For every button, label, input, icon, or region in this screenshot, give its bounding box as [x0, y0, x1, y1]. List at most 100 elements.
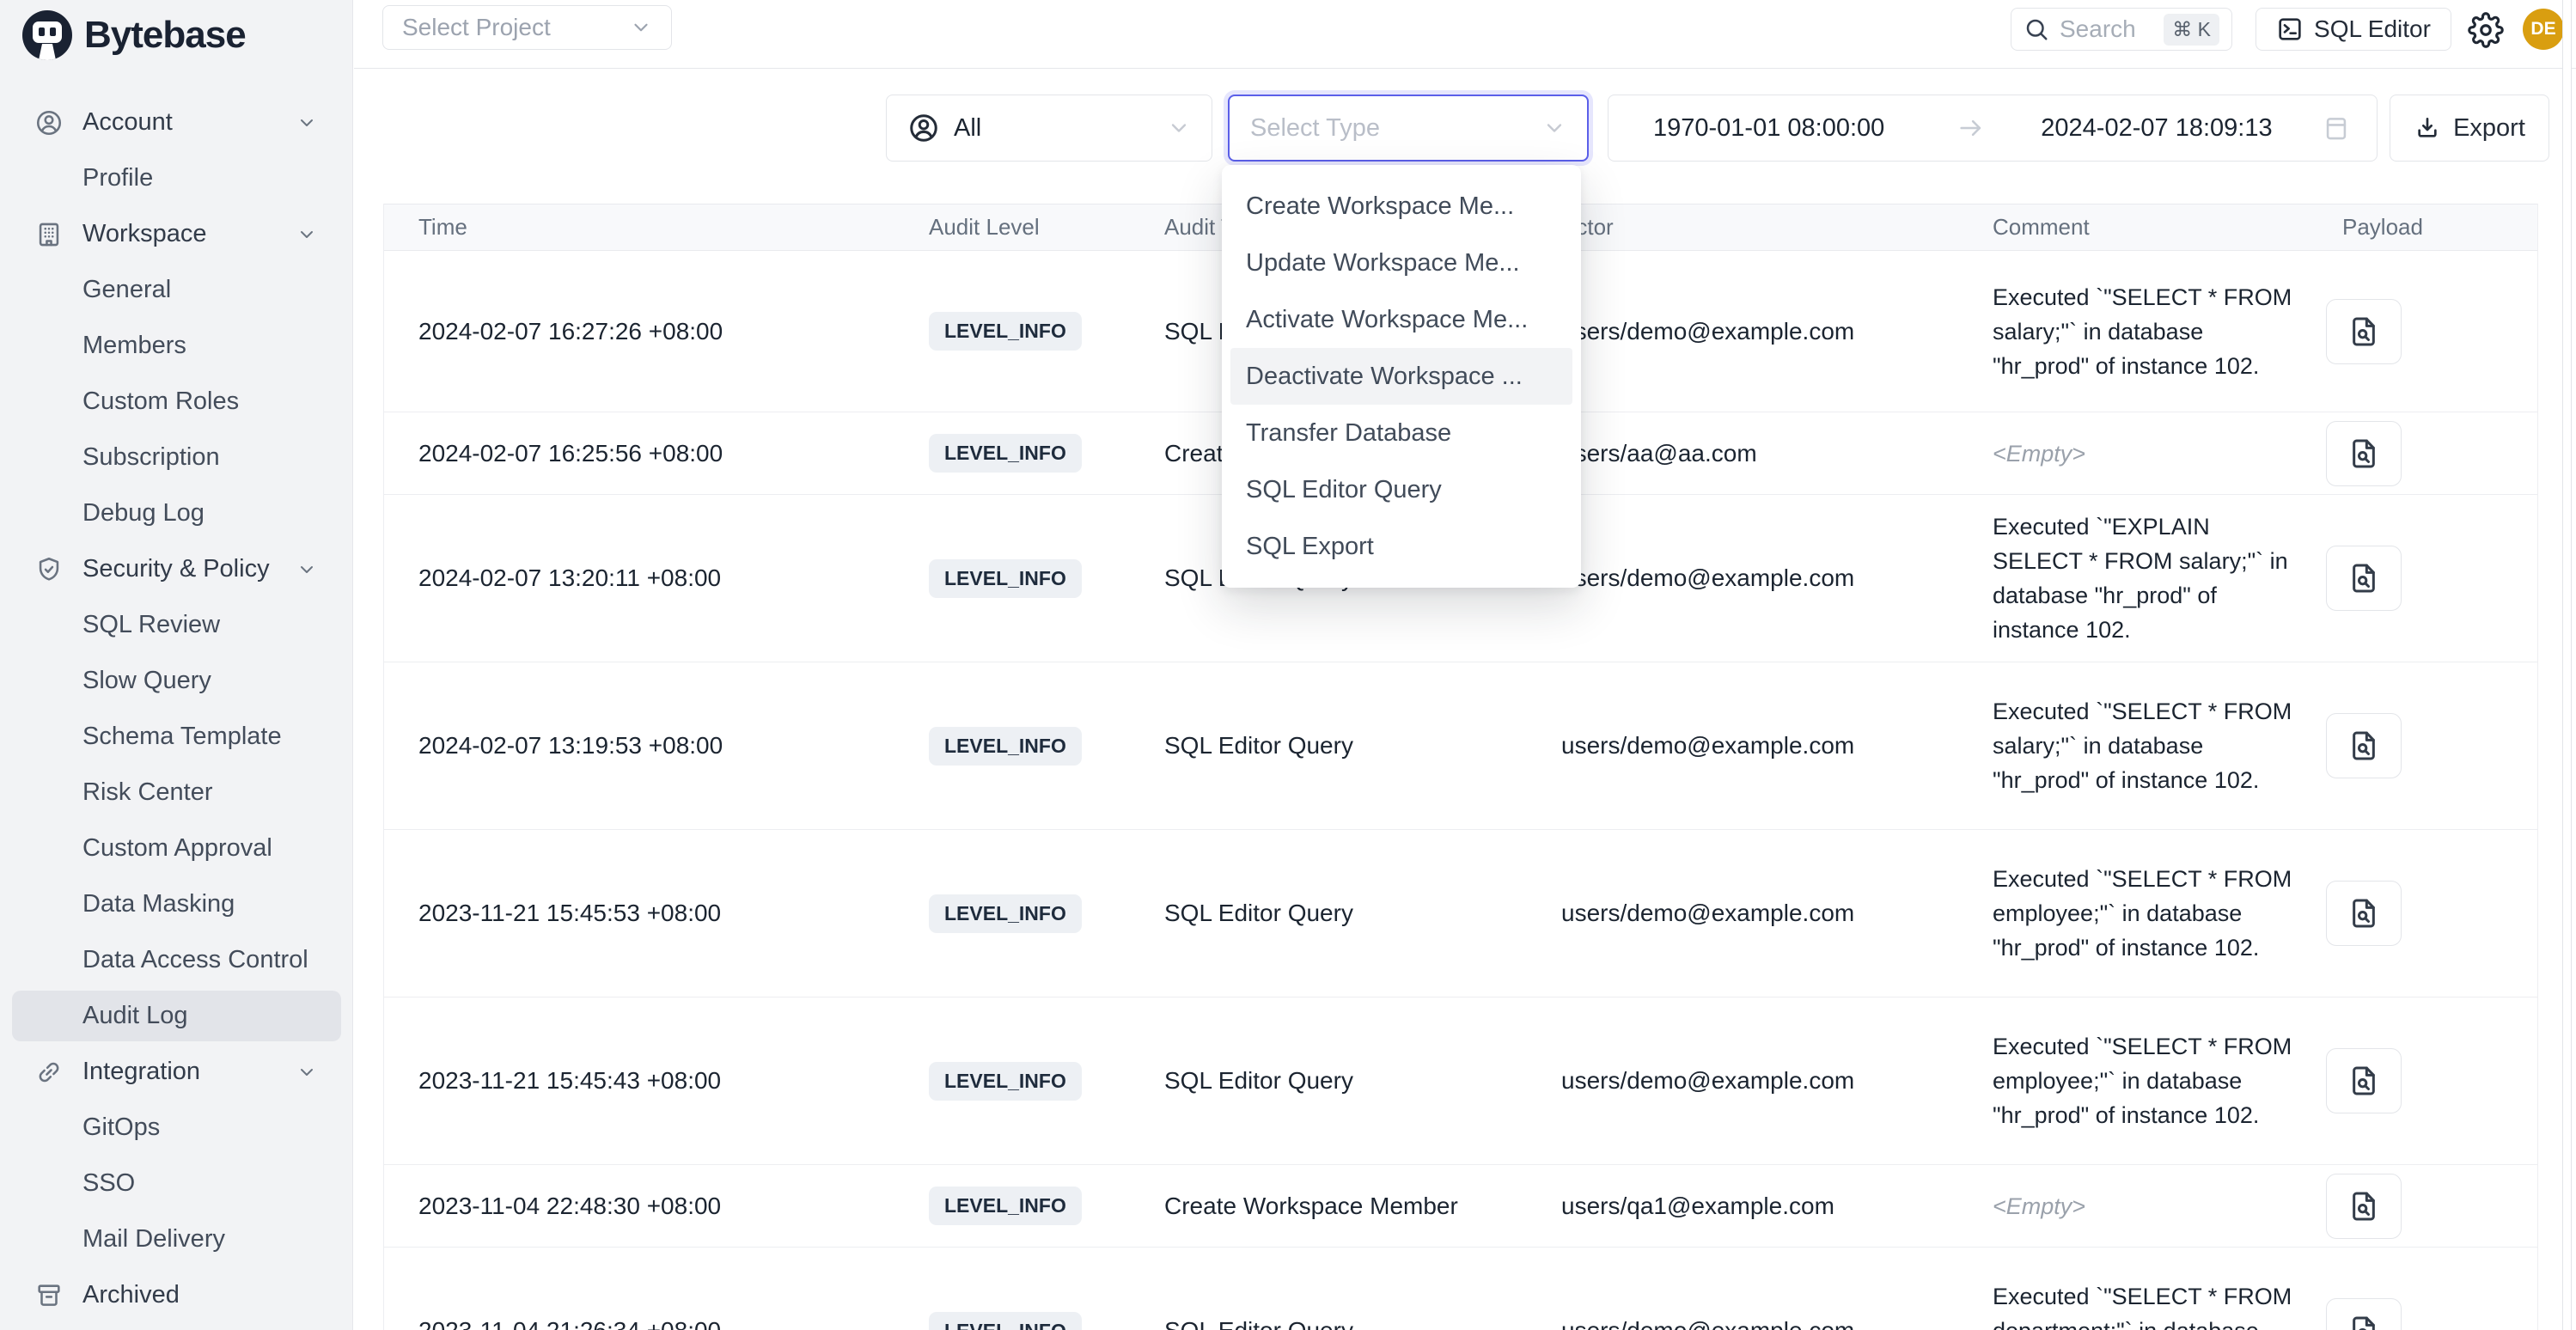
sidebar-item-integration[interactable]: Integration	[0, 1044, 353, 1100]
link-icon	[34, 1058, 64, 1087]
user-circle-icon	[34, 108, 64, 137]
terminal-icon	[2276, 15, 2304, 43]
column-header-actor: Actor	[1547, 214, 1969, 241]
file-search-icon	[2347, 1189, 2381, 1223]
chevron-down-icon	[630, 16, 652, 39]
sidebar-item-workspace[interactable]: Workspace	[0, 206, 353, 262]
arrow-right-icon	[1956, 113, 1986, 143]
column-header-payload: Payload	[2295, 214, 2539, 241]
building-icon	[34, 220, 64, 249]
sidebar-item-custom-approval[interactable]: Custom Approval	[0, 821, 353, 876]
payload-view-button[interactable]	[2326, 1048, 2402, 1113]
comment-text: <Empty>	[1993, 1189, 2295, 1223]
menu-item-sql-export[interactable]: SQL Export	[1222, 518, 1581, 575]
sidebar-item-mail-delivery[interactable]: Mail Delivery	[0, 1211, 353, 1267]
chevron-down-icon	[1542, 116, 1566, 140]
actor-filter-value: All	[954, 114, 981, 143]
vertical-scrollbar[interactable]	[2562, 0, 2572, 1330]
table-row: 2023-11-04 21:26:34 +08:00 LEVEL_INFO SQ…	[384, 1248, 2537, 1330]
gear-icon[interactable]	[2468, 12, 2504, 48]
menu-item-activate-workspace-member[interactable]: Activate Workspace Me...	[1222, 291, 1581, 348]
sidebar-item-profile[interactable]: Profile	[0, 150, 353, 206]
sidebar-item-data-access-control[interactable]: Data Access Control	[0, 932, 353, 988]
date-from-value: 1970-01-01 08:00:00	[1653, 114, 1884, 143]
sidebar-item-general[interactable]: General	[0, 262, 353, 318]
file-search-icon	[2347, 436, 2381, 471]
file-search-icon	[2347, 1064, 2381, 1098]
column-header-time: Time	[384, 214, 894, 241]
comment-text: Executed `"EXPLAIN SELECT * FROM salary;…	[1993, 509, 2295, 647]
chevron-down-icon	[296, 559, 317, 580]
sidebar-item-account[interactable]: Account	[0, 95, 353, 150]
sidebar-item-security-policy[interactable]: Security & Policy	[0, 541, 353, 597]
download-icon	[2414, 114, 2441, 142]
topbar	[354, 0, 2576, 69]
comment-text: Executed `"SELECT * FROM employee;"` in …	[1993, 862, 2295, 965]
payload-view-button[interactable]	[2326, 421, 2402, 486]
archive-icon	[34, 1281, 64, 1310]
calendar-icon	[2322, 113, 2351, 143]
audit-level-badge: LEVEL_INFO	[929, 894, 1082, 933]
sidebar-item-schema-template[interactable]: Schema Template	[0, 709, 353, 765]
audit-level-badge: LEVEL_INFO	[929, 434, 1082, 473]
sidebar-item-custom-roles[interactable]: Custom Roles	[0, 374, 353, 430]
table-row: 2023-11-04 22:48:30 +08:00 LEVEL_INFO Cr…	[384, 1165, 2537, 1248]
table-row: 2023-11-21 15:45:43 +08:00 LEVEL_INFO SQ…	[384, 998, 2537, 1165]
actor-filter-select[interactable]: All	[886, 95, 1212, 162]
audit-level-badge: LEVEL_INFO	[929, 1312, 1082, 1330]
sidebar-item-debug-log[interactable]: Debug Log	[0, 485, 353, 541]
column-header-audit-level: Audit Level	[894, 214, 1126, 241]
type-filter-placeholder: Select Type	[1250, 114, 1380, 143]
sidebar-item-subscription[interactable]: Subscription	[0, 430, 353, 485]
sidebar-nav: Account Profile Workspace General Member…	[0, 95, 353, 1323]
chevron-down-icon	[296, 224, 317, 245]
comment-text: Executed `"SELECT * FROM department;"` i…	[1993, 1279, 2295, 1330]
chevron-down-icon	[296, 113, 317, 133]
comment-text: Executed `"SELECT * FROM salary;"` in da…	[1993, 280, 2295, 383]
sql-editor-button[interactable]: SQL Editor	[2256, 8, 2451, 51]
type-filter-select[interactable]: Select Type	[1228, 95, 1589, 162]
sidebar-item-data-masking[interactable]: Data Masking	[0, 876, 353, 932]
bytebase-logo[interactable]: Bytebase	[22, 9, 246, 62]
shield-check-icon	[34, 555, 64, 584]
sidebar-item-sso[interactable]: SSO	[0, 1156, 353, 1211]
audit-level-badge: LEVEL_INFO	[929, 1062, 1082, 1101]
sidebar-item-members[interactable]: Members	[0, 318, 353, 374]
sidebar-item-audit-log[interactable]: Audit Log	[0, 988, 353, 1044]
file-search-icon	[2347, 1314, 2381, 1330]
sidebar-item-archived[interactable]: Archived	[0, 1267, 353, 1323]
menu-item-sql-editor-query[interactable]: SQL Editor Query	[1222, 461, 1581, 518]
user-avatar[interactable]: DE	[2523, 9, 2564, 50]
sidebar-item-sql-review[interactable]: SQL Review	[0, 597, 353, 653]
menu-item-transfer-database[interactable]: Transfer Database	[1222, 405, 1581, 461]
column-header-comment: Comment	[1969, 214, 2295, 241]
comment-text: <Empty>	[1993, 436, 2295, 471]
file-search-icon	[2347, 896, 2381, 930]
menu-item-create-workspace-member[interactable]: Create Workspace Me...	[1222, 178, 1581, 235]
comment-text: Executed `"SELECT * FROM employee;"` in …	[1993, 1029, 2295, 1132]
sidebar-item-slow-query[interactable]: Slow Query	[0, 653, 353, 709]
payload-view-button[interactable]	[2326, 881, 2402, 946]
project-select[interactable]: Select Project	[382, 5, 672, 50]
file-search-icon	[2347, 561, 2381, 595]
logo-wordmark: Bytebase	[84, 14, 246, 57]
date-range-picker[interactable]: 1970-01-01 08:00:00 2024-02-07 18:09:13	[1608, 95, 2378, 162]
type-filter-dropdown-menu: Create Workspace Me... Update Workspace …	[1222, 165, 1581, 588]
sidebar: Bytebase Account Profile Workspace Gener…	[0, 0, 353, 1330]
sidebar-item-gitops[interactable]: GitOps	[0, 1100, 353, 1156]
export-button[interactable]: Export	[2390, 95, 2549, 162]
menu-item-update-workspace-member[interactable]: Update Workspace Me...	[1222, 235, 1581, 291]
user-circle-icon	[907, 112, 940, 144]
payload-view-button[interactable]	[2326, 299, 2402, 364]
search-icon	[2024, 16, 2049, 42]
search-input[interactable]: Search ⌘ K	[2011, 8, 2232, 51]
date-to-value: 2024-02-07 18:09:13	[2041, 114, 2272, 143]
payload-view-button[interactable]	[2326, 546, 2402, 611]
payload-view-button[interactable]	[2326, 713, 2402, 778]
payload-view-button[interactable]	[2326, 1174, 2402, 1239]
menu-item-deactivate-workspace-member[interactable]: Deactivate Workspace ...	[1222, 348, 1581, 405]
sidebar-item-risk-center[interactable]: Risk Center	[0, 765, 353, 821]
payload-view-button[interactable]	[2326, 1298, 2402, 1330]
file-search-icon	[2347, 729, 2381, 763]
file-search-icon	[2347, 314, 2381, 349]
